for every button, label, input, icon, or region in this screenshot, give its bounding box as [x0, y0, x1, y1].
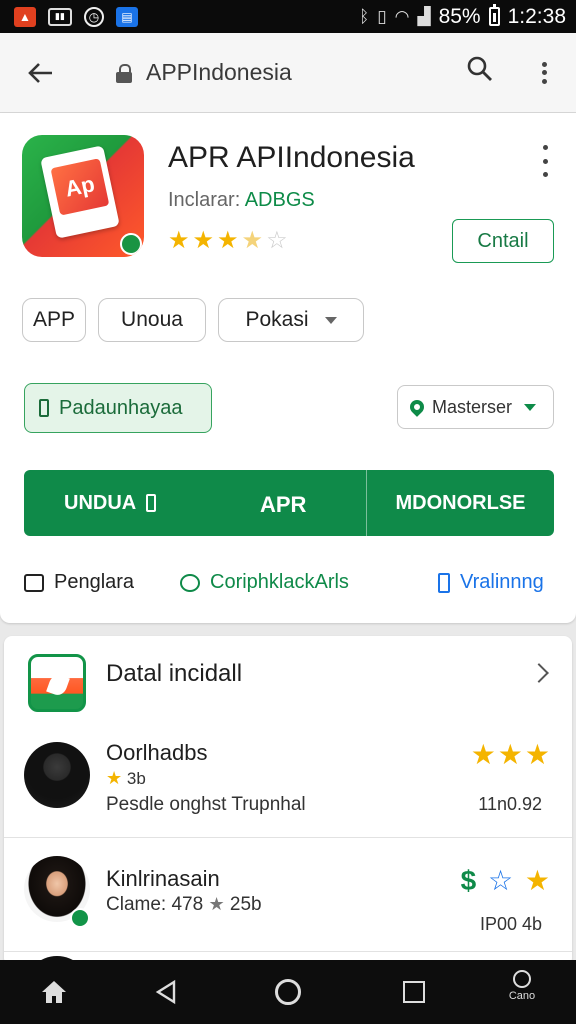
battery-outline-icon — [146, 494, 157, 512]
review-stars: ★★★ — [470, 739, 552, 770]
clock-notification-icon: ◷ — [84, 6, 104, 27]
home-circle-icon[interactable] — [268, 974, 308, 1010]
reviews-title: Datal incidall — [106, 660, 243, 687]
review-meta: Clame: 478 ★ 25b — [106, 894, 262, 916]
chevron-down-icon — [324, 316, 337, 324]
link-label: CoriphklackArls — [210, 571, 349, 593]
app-subtitle: Inclarar: ADBGS — [168, 189, 315, 212]
link-device[interactable]: Vralinnng — [438, 571, 544, 594]
dollar-icon: $ — [460, 865, 479, 896]
card-overflow-menu-icon[interactable] — [538, 145, 552, 177]
star-icon: ★ — [524, 865, 552, 896]
signal-icon: ▟ — [417, 6, 431, 26]
link-comment[interactable]: CoriphklackArls — [180, 571, 349, 594]
chat-square-icon — [24, 573, 44, 592]
tag-chip-app[interactable]: APP — [22, 298, 86, 342]
subtitle-prefix: Inclarar: — [168, 189, 241, 211]
app-title: APR APIIndonesia — [168, 141, 415, 174]
lock-icon — [116, 63, 132, 83]
back-triangle-icon[interactable] — [146, 974, 186, 1010]
star-icon: ★ — [168, 227, 190, 254]
chevron-right-icon[interactable] — [529, 663, 549, 683]
url-text: APPIndonesia — [146, 59, 292, 85]
app-rating-stars: ★ ★ ★ ★ ☆ — [168, 229, 288, 253]
review-meta: ★ 3b — [106, 768, 146, 789]
search-icon[interactable] — [466, 55, 498, 87]
extra-nav-label: Cano — [508, 990, 536, 1002]
battery-icon — [488, 4, 500, 26]
tag-chip-download[interactable]: Unoua — [98, 298, 206, 342]
link-label: Penglara — [54, 571, 135, 593]
more-options-button[interactable]: MDONORLSE — [367, 470, 554, 536]
wifi-icon: ◠ — [394, 6, 410, 26]
reviews-header[interactable]: Datal incidall — [4, 636, 572, 726]
location-select[interactable]: Masterser — [397, 385, 554, 429]
battery-percentage: 85% — [438, 4, 481, 28]
reviewer-name: Kinlrinasain — [106, 866, 220, 891]
link-penglara[interactable]: Penglara — [24, 571, 134, 594]
reviews-logo-icon — [28, 654, 86, 712]
browser-toolbar: APPIndonesia — [0, 33, 576, 113]
review-meta-suffix: 25b — [229, 894, 262, 915]
status-bar: ▲ ▮▮ ◷ ▤ ᛒ ▯ ◠ ▟ 85% 1:2:38 — [0, 0, 576, 33]
message-notification-icon: ▤ — [116, 6, 138, 27]
review-item[interactable]: Oorlhadbs ★ 3b Pesdle onghst Trupnhal ★★… — [4, 728, 572, 838]
location-pin-icon — [407, 397, 427, 417]
review-meta-value: 3b — [126, 769, 146, 788]
review-stars: $ ☆ ★ — [461, 864, 552, 897]
tag-dropdown-label: Pokasi — [245, 308, 309, 331]
developer-link[interactable]: ADBGS — [245, 189, 315, 211]
phone-icon — [438, 572, 450, 593]
review-number: IP00 4b — [479, 914, 542, 934]
star-icon: ★ — [106, 768, 123, 788]
star-icon: ★ — [192, 227, 215, 254]
chevron-down-icon — [524, 403, 537, 411]
back-arrow-icon[interactable] — [20, 53, 60, 93]
reviewer-name: Oorlhadbs — [106, 740, 208, 765]
verified-check-icon — [70, 908, 90, 928]
star-empty-icon: ☆ — [266, 227, 288, 254]
install-app-label: APR — [260, 492, 307, 517]
location-label: Masterser — [432, 396, 513, 417]
vibrate-icon: ▯ — [377, 6, 387, 26]
star-half-icon: ★ — [241, 227, 264, 254]
notification-app-icon: ▲ — [14, 6, 36, 27]
install-label: UNDUA — [64, 491, 137, 514]
review-item[interactable]: Kinlrinasain Clame: 478 ★ 25b $ ☆ ★ IP00… — [4, 842, 572, 952]
review-text: Pesdle onghst Trupnhal — [106, 794, 306, 815]
app-detail-card: Ap APR APIIndonesia Inclarar: ADBGS ★ ★ … — [0, 113, 576, 623]
app-logo-icon: Ap — [22, 135, 144, 257]
link-label: Vralinnng — [460, 571, 544, 593]
star-outline-icon: ☆ — [488, 865, 516, 896]
install-bar: UNDUA APR MDONORLSE — [24, 470, 554, 536]
address-bar[interactable]: APPIndonesia — [116, 59, 292, 86]
star-icon: ★ — [208, 894, 225, 914]
permission-label: Padaunhayaa — [59, 396, 183, 419]
review-meta-prefix: Clame: 478 — [106, 894, 204, 915]
clock-time: 1:2:38 — [507, 4, 566, 28]
gallery-notification-icon: ▮▮ — [48, 7, 72, 26]
avatar — [24, 742, 90, 808]
comment-bubble-icon — [180, 573, 200, 592]
overflow-menu-icon[interactable] — [530, 57, 558, 89]
review-number: 11n0.92 — [478, 794, 542, 814]
tag-dropdown[interactable]: Pokasi — [218, 298, 364, 342]
install-button[interactable]: UNDUA APR — [24, 470, 366, 536]
permission-button[interactable]: Padaunhayaa — [24, 383, 212, 433]
quick-links: Penglara CoriphklackArls Vralinnng — [24, 571, 554, 601]
detail-button[interactable]: Cntail — [452, 219, 554, 263]
extra-nav-button[interactable]: Cano — [500, 968, 544, 1004]
timer-icon — [513, 970, 531, 988]
reviews-card: Datal incidall Oorlhadbs ★ 3b Pesdle ong… — [4, 636, 572, 966]
star-icon: ★ — [217, 227, 239, 254]
phone-icon — [39, 399, 49, 417]
recents-square-icon[interactable] — [394, 974, 434, 1010]
system-nav-bar: Cano — [0, 960, 576, 1024]
home-icon[interactable] — [34, 974, 74, 1010]
bluetooth-icon: ᛒ — [359, 6, 370, 26]
